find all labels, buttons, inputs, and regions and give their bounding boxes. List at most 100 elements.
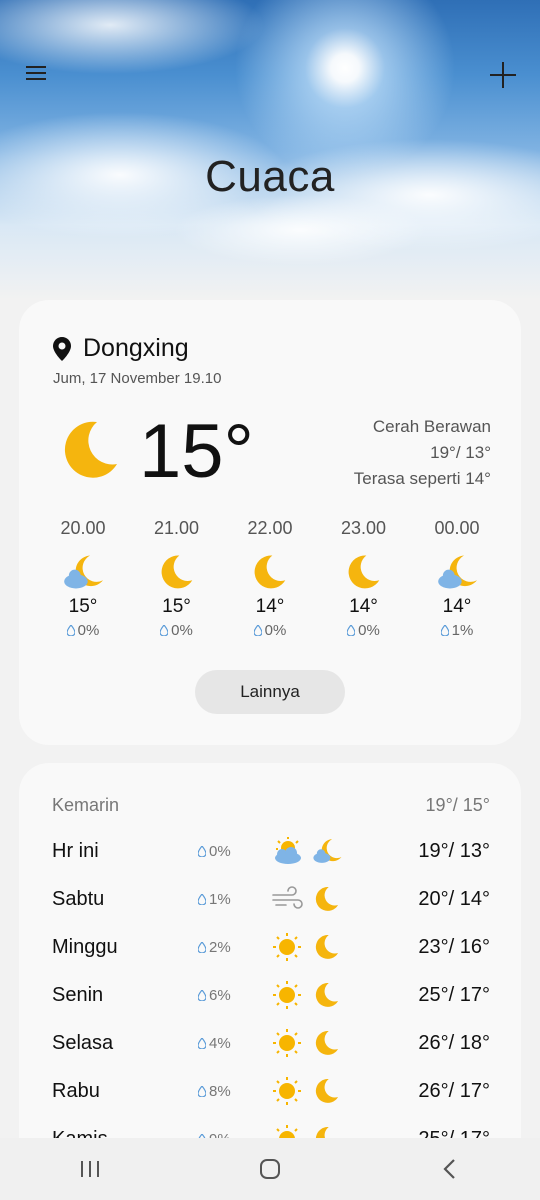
- day-rain-value: 4%: [209, 1034, 231, 1052]
- raindrop-icon: [66, 625, 75, 636]
- day-temp: 20°/ 14°: [418, 887, 490, 910]
- day-name: Hr ini: [52, 839, 99, 862]
- current-weather-card[interactable]: Dongxing Jum, 17 November 19.10 15° Cera…: [19, 300, 521, 745]
- hour-rain-value: 1%: [451, 622, 474, 639]
- sun-icon: [273, 981, 301, 1009]
- raindrop-icon: [198, 893, 206, 905]
- hourly-item: 22.00 14° 0%: [230, 518, 310, 639]
- day-temp: 23°/ 16°: [418, 935, 490, 958]
- page-title: Cuaca: [205, 152, 335, 201]
- hour-time: 21.00: [153, 518, 200, 538]
- current-temperature: 15°: [139, 409, 254, 494]
- hour-rain: 0%: [324, 622, 404, 639]
- day-name: Sabtu: [52, 887, 105, 910]
- partly-cloudy-day-icon: [275, 837, 301, 864]
- daily-row[interactable]: Rabu 8% 26°/ 17°: [52, 1067, 490, 1115]
- more-button[interactable]: Lainnya: [195, 670, 345, 714]
- day-icons: [270, 980, 380, 1010]
- hour-time: 22.00: [247, 518, 293, 538]
- hour-temp: 14°: [442, 596, 472, 617]
- sun-icon: [273, 933, 301, 961]
- recents-icon[interactable]: [60, 1149, 120, 1189]
- day-rain-value: 1%: [209, 890, 231, 908]
- hour-rain-value: 0%: [77, 622, 100, 639]
- daily-forecast-card[interactable]: Kemarin 19°/ 15° Hr ini 0% 19°/ 13° Sabtu 1%…: [19, 763, 521, 1200]
- moon-icon: [315, 935, 339, 959]
- hour-rain-value: 0%: [264, 622, 287, 639]
- partly-cloudy-night-icon: [313, 839, 342, 863]
- day-icons: [270, 932, 380, 962]
- raindrop-icon: [440, 625, 449, 636]
- day-rain-value: 0%: [209, 842, 231, 860]
- hour-rain: 0%: [137, 622, 217, 639]
- sky-header-background: [0, 0, 540, 300]
- menu-icon[interactable]: [24, 62, 50, 88]
- raindrop-icon: [160, 625, 169, 636]
- day-icons: [270, 836, 380, 866]
- raindrop-icon: [198, 845, 206, 857]
- plus-icon[interactable]: [488, 60, 518, 90]
- hi-lo-temp: 19°/ 13°: [430, 443, 491, 462]
- yesterday-temp: 19°/ 15°: [425, 795, 490, 815]
- wind-icon: [272, 886, 303, 909]
- hour-temp: 14°: [349, 596, 378, 617]
- hour-temp: 15°: [162, 596, 191, 617]
- daily-row[interactable]: Senin 6% 25°/ 17°: [52, 971, 490, 1019]
- location-pin-icon: [53, 336, 71, 361]
- day-rain-value: 6%: [209, 986, 231, 1004]
- moon-icon: [254, 555, 286, 589]
- raindrop-icon: [198, 1037, 206, 1049]
- day-temp: 26°/ 18°: [418, 1031, 490, 1054]
- yesterday-label: Kemarin: [52, 795, 120, 815]
- moon-icon: [64, 421, 117, 478]
- day-rain-value: 2%: [209, 938, 231, 956]
- moon-icon: [315, 1079, 339, 1103]
- daily-row[interactable]: Minggu 2% 23°/ 16°: [52, 923, 490, 971]
- raindrop-icon: [198, 941, 206, 953]
- raindrop-icon: [198, 1085, 206, 1097]
- day-icons: [270, 884, 380, 914]
- moon-icon: [348, 555, 379, 589]
- partly-cloudy-night-icon: [438, 555, 477, 589]
- hourly-forecast: 20.00 15° 0% 21.00 15° 0% 22.00 14° 0% 23.00 14° 0%…: [29, 518, 511, 639]
- day-name: Rabu: [52, 1079, 100, 1102]
- day-temp: 26°/ 17°: [418, 1079, 490, 1102]
- hourly-item: 23.00 14° 0%: [324, 518, 404, 639]
- home-icon[interactable]: [240, 1149, 300, 1189]
- raindrop-icon: [347, 625, 356, 636]
- day-rain: 8%: [198, 1083, 270, 1100]
- sun-icon: [273, 1029, 301, 1057]
- day-rain-value: 8%: [209, 1082, 231, 1100]
- back-icon[interactable]: [420, 1149, 480, 1189]
- moon-icon: [161, 555, 192, 589]
- hour-time: 23.00: [340, 518, 387, 538]
- current-datetime: Jum, 17 November 19.10: [53, 370, 222, 387]
- hour-rain: 0%: [230, 622, 310, 639]
- day-temp: 19°/ 13°: [418, 839, 490, 862]
- day-rain: 0%: [198, 843, 270, 860]
- day-name: Selasa: [52, 1031, 114, 1054]
- hour-time: 20.00: [60, 518, 106, 538]
- daily-row[interactable]: Selasa 4% 26°/ 18°: [52, 1019, 490, 1067]
- hourly-item: 21.00 15° 0%: [137, 518, 217, 639]
- partly-cloudy-night-icon: [64, 555, 103, 589]
- day-icons: [270, 1076, 380, 1106]
- daily-row[interactable]: Hr ini 0% 19°/ 13°: [52, 827, 490, 875]
- location-row: Dongxing: [53, 334, 189, 363]
- day-rain: 4%: [198, 1035, 270, 1052]
- moon-icon: [315, 983, 339, 1007]
- day-rain: 2%: [198, 939, 270, 956]
- hour-time: 00.00: [434, 518, 480, 538]
- daily-row[interactable]: Sabtu 1% 20°/ 14°: [52, 875, 490, 923]
- hourly-item: 20.00 15° 0%: [43, 518, 123, 639]
- day-rain: 6%: [198, 987, 270, 1004]
- hourly-item: 00.00 14° 1%: [417, 518, 497, 639]
- day-temp: 25°/ 17°: [418, 983, 490, 1006]
- raindrop-icon: [253, 625, 262, 636]
- condition-block: Cerah Berawan 19°/ 13° Terasa seperti 14…: [354, 414, 491, 492]
- hour-temp: 15°: [68, 596, 98, 617]
- day-icons: [270, 1028, 380, 1058]
- yesterday-row: Kemarin 19°/ 15°: [52, 795, 490, 816]
- hour-rain: 1%: [417, 622, 497, 639]
- day-name: Senin: [52, 983, 104, 1006]
